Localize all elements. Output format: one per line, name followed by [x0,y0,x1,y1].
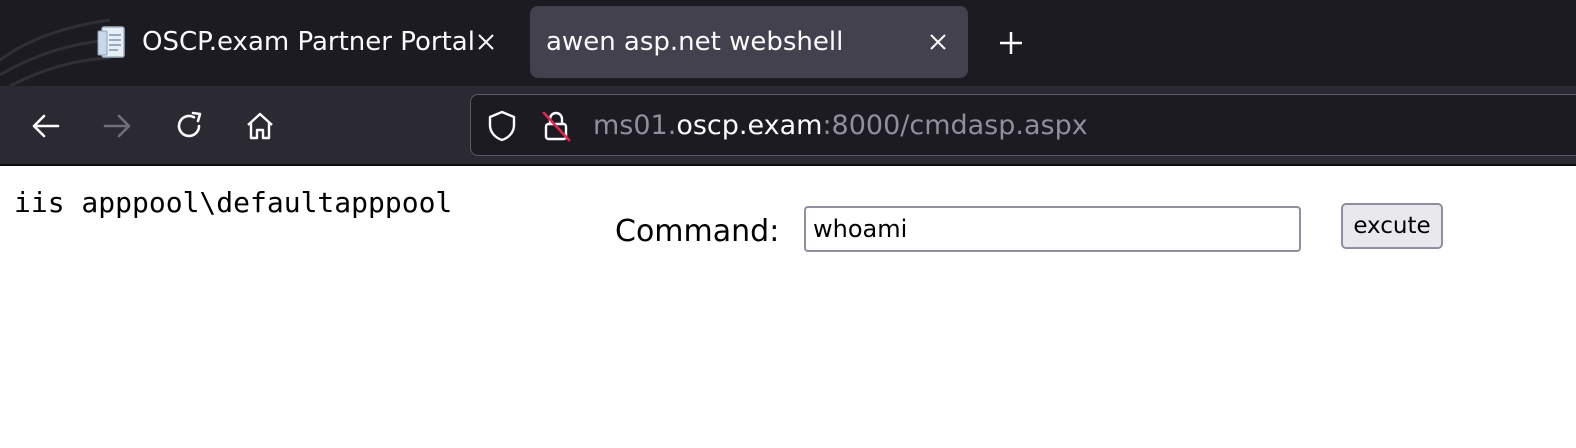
url-subdomain: ms01. [593,110,677,141]
shield-icon[interactable] [485,109,519,143]
back-button[interactable] [26,106,66,146]
document-icon [96,25,130,59]
arrow-right-icon [103,114,131,138]
command-label: Command: [615,214,780,249]
command-input[interactable] [804,206,1301,252]
url-host: oscp.exam [676,110,823,141]
tab-title: OSCP.exam Partner Portal [142,27,474,57]
tab-strip: OSCP.exam Partner Portal awen asp.net we… [0,0,1576,86]
home-icon [247,112,273,140]
arrow-left-icon [32,114,60,138]
navigation-toolbar: ms01.oscp.exam:8000/cmdasp.aspx [0,86,1576,166]
forward-button[interactable] [97,106,137,146]
tab-webshell[interactable]: awen asp.net webshell [530,6,968,78]
page-content: iis apppool\defaultapppool Command: excu… [0,166,1576,448]
tab-title: awen asp.net webshell [546,27,844,57]
home-button[interactable] [240,106,280,146]
close-tab-icon[interactable] [926,30,950,54]
url-path: :8000/cmdasp.aspx [822,110,1088,141]
reload-icon [177,111,202,138]
url-text[interactable]: ms01.oscp.exam:8000/cmdasp.aspx [593,108,1088,144]
reload-button[interactable] [169,106,209,146]
execute-button[interactable]: excute [1341,203,1443,249]
url-bar[interactable]: ms01.oscp.exam:8000/cmdasp.aspx [470,94,1576,156]
plus-icon[interactable] [994,26,1028,60]
tab-partner-portal[interactable]: OSCP.exam Partner Portal [86,6,516,78]
command-output: iis apppool\defaultapppool [14,186,453,219]
lock-insecure-icon[interactable] [539,109,573,143]
close-tab-icon[interactable] [474,30,498,54]
